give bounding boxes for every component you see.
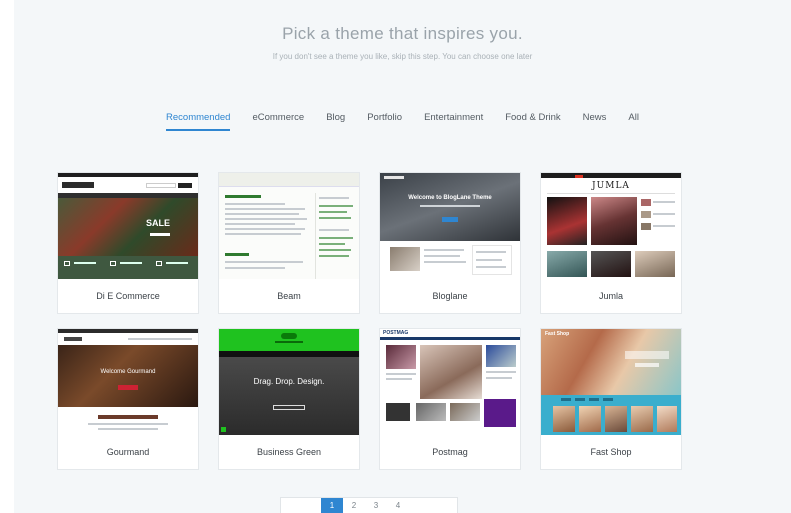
theme-card-fast-shop[interactable]: Fast Shop Fast Shop (540, 328, 682, 470)
theme-name: Di E Commerce (96, 291, 160, 301)
preview-welcome-text: Welcome to BlogLane Theme (408, 195, 492, 201)
page-prev-button[interactable] (281, 498, 321, 513)
page-2-button[interactable]: 2 (343, 498, 365, 513)
preview-welcome-text: Welcome Gourmand (100, 369, 156, 375)
preview-sale-text: SALE (146, 218, 171, 228)
tab-all[interactable]: All (628, 112, 639, 131)
theme-name: Jumla (598, 291, 623, 301)
theme-name: Gourmand (106, 447, 150, 457)
theme-grid: SALE Di E Commerce Beam Welcome to BlogL… (57, 172, 682, 470)
theme-name: Bloglane (432, 291, 468, 301)
theme-preview (219, 173, 359, 279)
theme-preview: Welcome to BlogLane Theme (380, 173, 520, 279)
tab-entertainment[interactable]: Entertainment (424, 112, 483, 131)
theme-card-business-green[interactable]: Drag. Drop. Design. Business Green (218, 328, 360, 470)
theme-card-bloglane[interactable]: Welcome to BlogLane Theme Bloglane (379, 172, 521, 314)
theme-card-gourmand[interactable]: Welcome Gourmand Gourmand (57, 328, 199, 470)
preview-jumla-logo: JUMLA (592, 181, 630, 191)
preview-headline: Drag. Drop. Design. (253, 377, 325, 386)
theme-name: Business Green (256, 447, 322, 457)
page-4-button[interactable]: 4 (387, 498, 409, 513)
theme-name: Postmag (432, 447, 468, 457)
page-title: Pick a theme that inspires you. (282, 24, 523, 43)
theme-preview: SALE (58, 173, 198, 279)
page-subtitle: If you don't see a theme you like, skip … (272, 52, 533, 61)
theme-card-postmag[interactable]: POSTMAG Postmag (379, 328, 521, 470)
theme-preview: Welcome Gourmand (58, 329, 198, 435)
page-1-button[interactable]: 1 (321, 498, 343, 513)
theme-card-di-e-commerce[interactable]: SALE Di E Commerce (57, 172, 199, 314)
theme-picker-panel: Pick a theme that inspires you. If you d… (14, 0, 791, 513)
page-3-button[interactable]: 3 (365, 498, 387, 513)
theme-card-beam[interactable]: Beam (218, 172, 360, 314)
theme-preview: JUMLA (541, 173, 681, 279)
pagination: 1 2 3 4 (280, 497, 458, 513)
tab-blog[interactable]: Blog (326, 112, 345, 131)
theme-card-jumla[interactable]: JUMLA Jumla (540, 172, 682, 314)
theme-preview: Fast Shop (541, 329, 681, 435)
tab-recommended[interactable]: Recommended (166, 112, 231, 131)
category-tabs: Recommended eCommerce Blog Portfolio Ent… (14, 112, 791, 131)
preview-logo: Fast Shop (545, 331, 570, 337)
preview-logo: POSTMAG (383, 330, 409, 336)
theme-name: Beam (277, 291, 301, 301)
tab-news[interactable]: News (583, 112, 607, 131)
tab-food-drink[interactable]: Food & Drink (505, 112, 560, 131)
theme-name: Fast Shop (590, 447, 632, 457)
tab-portfolio[interactable]: Portfolio (367, 112, 402, 131)
tab-ecommerce[interactable]: eCommerce (252, 112, 304, 131)
theme-preview: Drag. Drop. Design. (219, 329, 359, 435)
theme-preview: POSTMAG (380, 329, 520, 435)
